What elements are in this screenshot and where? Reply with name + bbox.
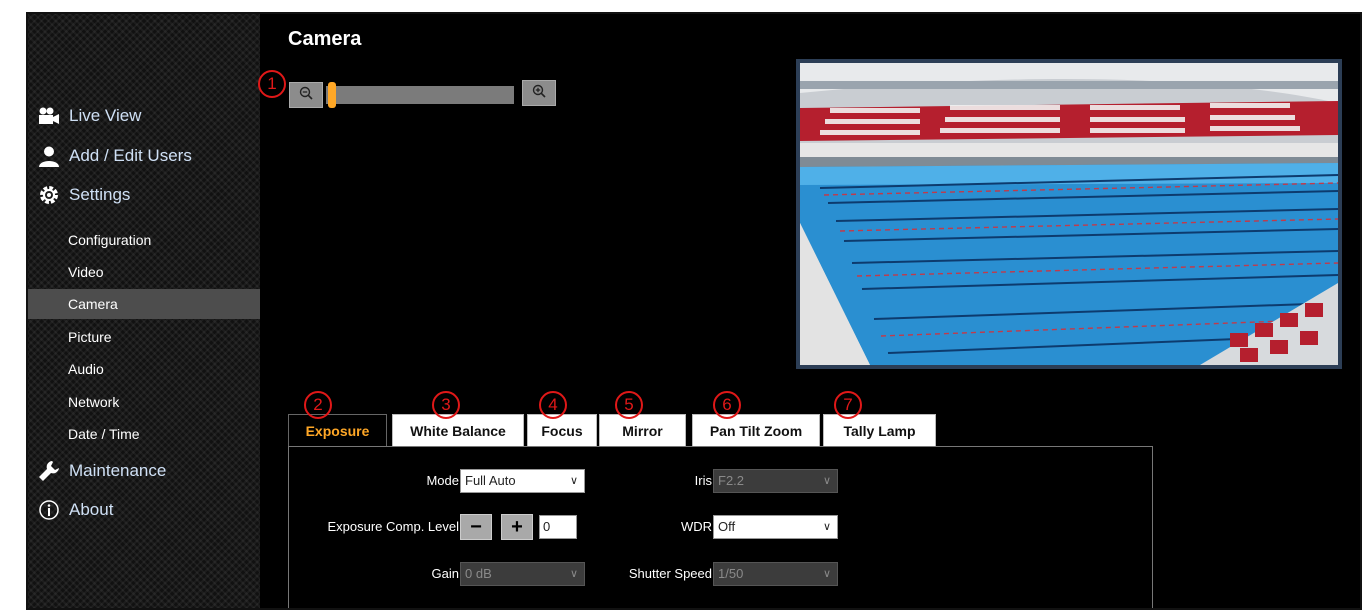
app-window: Live View Add / Edit Users Settings Conf…	[26, 12, 1362, 610]
shutter-speed-select: 1/50 ∨	[713, 562, 838, 586]
tab-focus[interactable]: Focus	[527, 414, 597, 446]
sidebar-item-add-edit-users[interactable]: Add / Edit Users	[28, 141, 260, 171]
sidebar-subitem-label: Camera	[68, 296, 118, 312]
sidebar-subitem-video[interactable]: Video	[28, 257, 260, 287]
sidebar-subitem-label: Date / Time	[68, 426, 140, 442]
iris-select: F2.2 ∨	[713, 469, 838, 493]
annotation-marker: 7	[834, 391, 862, 419]
exposure-comp-label: Exposure Comp. Level	[327, 519, 459, 534]
annotation-marker: 1	[258, 70, 286, 98]
zoom-slider[interactable]	[326, 86, 514, 104]
iris-label: Iris	[694, 473, 712, 488]
wdr-label: WDR	[680, 519, 712, 534]
exposure-comp-decrease-button[interactable]: −	[460, 514, 492, 540]
gain-label: Gain	[431, 566, 459, 581]
sidebar-item-label: Settings	[69, 185, 131, 204]
chevron-down-icon: ∨	[569, 475, 578, 487]
annotation-marker: 5	[615, 391, 643, 419]
annotation-marker: 3	[432, 391, 460, 419]
sidebar-subitem-camera[interactable]: Camera	[28, 289, 260, 319]
sidebar-item-label: Live View	[69, 106, 142, 125]
sidebar-item-about[interactable]: About	[28, 495, 260, 525]
gain-select: 0 dB ∨	[460, 562, 585, 586]
chevron-down-icon: ∨	[822, 521, 831, 533]
annotation-marker: 4	[539, 391, 567, 419]
sidebar-subitem-label: Configuration	[68, 232, 152, 248]
sidebar-item-settings[interactable]: Settings	[28, 180, 260, 210]
sidebar-subitem-label: Audio	[68, 361, 104, 377]
tab-mirror[interactable]: Mirror	[599, 414, 686, 446]
sidebar-subitem-audio[interactable]: Audio	[28, 354, 260, 384]
sidebar-item-label: About	[69, 500, 114, 519]
exposure-comp-input[interactable]: 0	[539, 515, 577, 539]
shutter-speed-label: Shutter Speed	[628, 566, 712, 581]
zoom-in-icon	[532, 84, 546, 103]
sidebar-item-live-view[interactable]: Live View	[28, 101, 260, 131]
info-icon	[37, 498, 61, 522]
exposure-panel: Mode Full Auto ∨ Iris F2.2 ∨ Exposure Co…	[288, 446, 1153, 608]
shutter-speed-value: 1/50	[718, 566, 744, 581]
zoom-out-button[interactable]	[289, 82, 323, 108]
camera-preview	[796, 59, 1342, 369]
exposure-comp-increase-button[interactable]: +	[501, 514, 533, 540]
sidebar-subitem-label: Video	[68, 264, 104, 280]
zoom-in-button[interactable]	[522, 80, 556, 106]
sidebar-item-label: Maintenance	[69, 461, 167, 480]
gear-icon	[37, 183, 61, 207]
tab-exposure[interactable]: Exposure	[288, 414, 387, 446]
gain-value: 0 dB	[465, 566, 492, 581]
page-title: Camera	[288, 28, 362, 50]
top-cropped-caption	[0, 0, 1368, 12]
chevron-down-icon: ∨	[822, 475, 831, 487]
sidebar-subitem-label: Network	[68, 394, 120, 410]
annotation-marker: 6	[713, 391, 741, 419]
user-icon	[37, 144, 61, 168]
iris-value: F2.2	[718, 473, 745, 488]
tab-white-balance[interactable]: White Balance	[392, 414, 524, 446]
tab-pan-tilt-zoom[interactable]: Pan Tilt Zoom	[692, 414, 820, 446]
sidebar-subitem-picture[interactable]: Picture	[28, 322, 260, 352]
video-camera-icon	[37, 104, 61, 128]
chevron-down-icon: ∨	[822, 568, 831, 580]
mode-value: Full Auto	[465, 473, 516, 488]
sidebar-subitem-network[interactable]: Network	[28, 387, 260, 417]
sidebar-subitem-label: Picture	[68, 329, 112, 345]
zoom-slider-handle[interactable]	[328, 82, 336, 108]
tab-tally-lamp[interactable]: Tally Lamp	[823, 414, 936, 446]
mode-select[interactable]: Full Auto ∨	[460, 469, 585, 493]
wdr-select[interactable]: Off ∨	[713, 515, 838, 539]
zoom-out-icon	[299, 86, 313, 105]
chevron-down-icon: ∨	[569, 568, 578, 580]
sidebar-subitem-configuration[interactable]: Configuration	[28, 225, 260, 255]
camera-preview-image	[800, 63, 1338, 365]
mode-label: Mode	[426, 473, 459, 488]
wrench-icon	[37, 459, 61, 483]
sidebar-item-label: Add / Edit Users	[69, 146, 192, 165]
wdr-value: Off	[718, 519, 736, 534]
sidebar-item-maintenance[interactable]: Maintenance	[28, 456, 260, 486]
annotation-marker: 2	[304, 391, 332, 419]
sidebar: Live View Add / Edit Users Settings Conf…	[28, 14, 260, 608]
sidebar-subitem-date-time[interactable]: Date / Time	[28, 419, 260, 449]
